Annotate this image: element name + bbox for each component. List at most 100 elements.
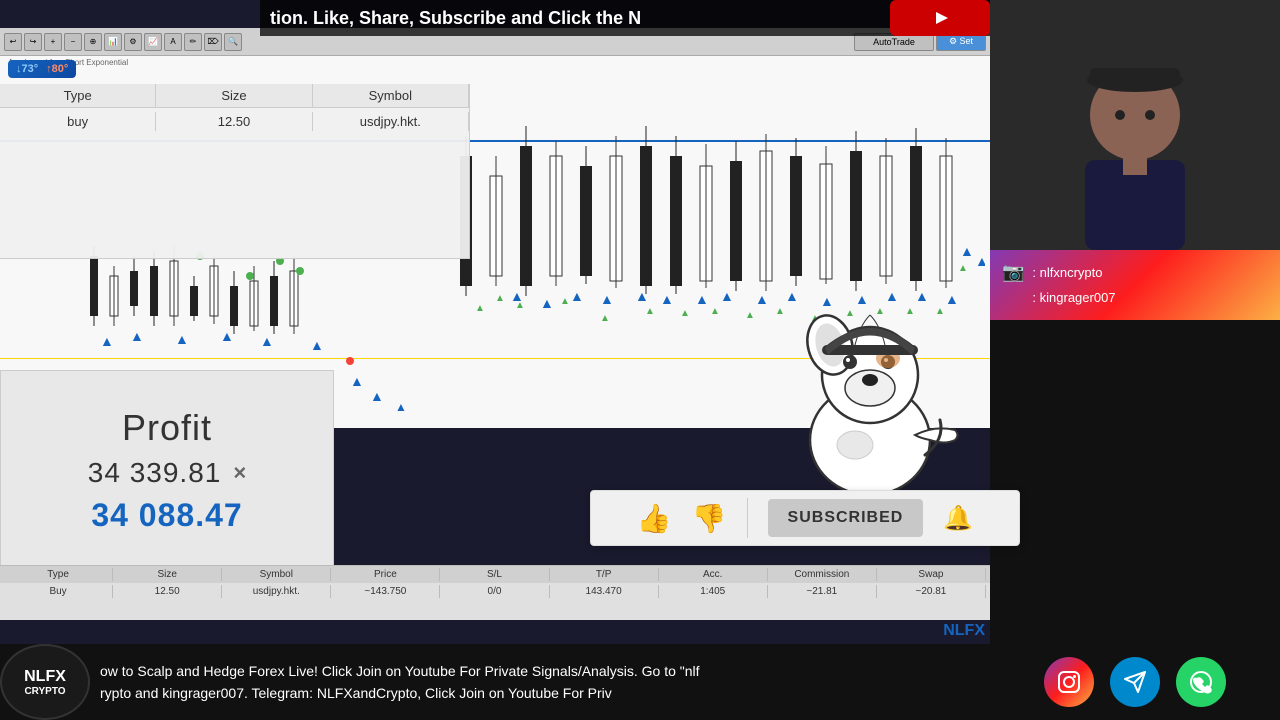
trade-info-header: Type Size Symbol bbox=[0, 84, 469, 108]
toolbar-btn-6[interactable]: 📊 bbox=[104, 33, 122, 51]
thumbs-up-icon[interactable]: 👍 bbox=[637, 502, 672, 535]
bt-col-size: Size bbox=[113, 568, 222, 581]
instagram-camera-icon: 📷 bbox=[1002, 262, 1024, 283]
toolbar-btn-3[interactable]: + bbox=[44, 33, 62, 51]
instagram-social-icon[interactable] bbox=[1044, 657, 1094, 707]
size-header: Size bbox=[156, 84, 312, 107]
bt-col-swap: Swap bbox=[877, 568, 986, 581]
toolbar-btn-12[interactable]: 🔍 bbox=[224, 33, 242, 51]
webcam-feed bbox=[990, 0, 1280, 250]
ticker-text-area: ow to Scalp and Hedge Forex Live! Click … bbox=[90, 660, 990, 705]
type-value: buy bbox=[0, 112, 156, 131]
svg-text:▲: ▲ bbox=[960, 243, 974, 259]
bt-col-acc: Acc. bbox=[659, 568, 768, 581]
svg-text:▲: ▲ bbox=[220, 328, 234, 344]
instagram-account-2: : kingrager007 bbox=[1032, 290, 1115, 305]
svg-text:▲: ▲ bbox=[635, 288, 649, 304]
toolbar-btn-2[interactable]: ↪ bbox=[24, 33, 42, 51]
profit-total: 34 088.47 bbox=[91, 497, 242, 534]
profit-panel: Profit 34 339.81 × 34 088.47 bbox=[0, 370, 334, 570]
toolbar-btn-10[interactable]: ✏ bbox=[184, 33, 202, 51]
symbol-value: usdjpy.hkt. bbox=[313, 112, 469, 131]
svg-text:▲: ▲ bbox=[495, 293, 505, 304]
trade-info-row: buy 12.50 usdjpy.hkt. bbox=[0, 108, 469, 135]
svg-text:▲: ▲ bbox=[695, 291, 709, 307]
nlfx-logo: NLFX CRYPTO bbox=[0, 644, 90, 720]
svg-text:▲: ▲ bbox=[370, 388, 384, 404]
bt-col-tp: T/P bbox=[550, 568, 659, 581]
nlfx-logo-line2: CRYPTO bbox=[24, 686, 65, 697]
profit-close-button[interactable]: × bbox=[233, 460, 246, 486]
toolbar-btn-9[interactable]: A bbox=[164, 33, 182, 51]
svg-text:▲: ▲ bbox=[570, 288, 584, 304]
nlfx-chart-label: NLFX bbox=[943, 622, 985, 640]
bt-col-symbol: Symbol bbox=[222, 568, 331, 581]
subscribe-bar: 👍 👎 SUBSCRIBED 🔔 bbox=[590, 490, 1020, 546]
instagram-account-1: : nlfxncrypto bbox=[1032, 265, 1102, 280]
ticker-line-1: ow to Scalp and Hedge Forex Live! Click … bbox=[100, 660, 980, 682]
trade-info-panel: Type Size Symbol buy 12.50 usdjpy.hkt. bbox=[0, 84, 470, 259]
svg-text:▲: ▲ bbox=[745, 310, 755, 321]
bottom-table-header: Type Size Symbol Price S/L T/P Acc. Comm… bbox=[0, 566, 990, 583]
top-banner: tion. Like, Share, Subscribe and Click t… bbox=[260, 0, 990, 36]
svg-text:▲: ▲ bbox=[175, 331, 189, 347]
toolbar-btn-8[interactable]: 📈 bbox=[144, 33, 162, 51]
type-header: Type bbox=[0, 84, 156, 107]
temp-low: ↓73° bbox=[16, 63, 38, 75]
svg-text:▲: ▲ bbox=[660, 291, 674, 307]
profit-label: Profit bbox=[122, 407, 212, 449]
bt-col-commission: Commission bbox=[768, 568, 877, 581]
bt-val-type: Buy bbox=[4, 585, 113, 598]
bt-col-type: Type bbox=[4, 568, 113, 581]
toolbar-btn-1[interactable]: ↩ bbox=[4, 33, 22, 51]
youtube-logo[interactable] bbox=[890, 0, 990, 36]
whatsapp-social-icon[interactable] bbox=[1176, 657, 1226, 707]
bt-val-size: 12.50 bbox=[113, 585, 222, 598]
nlfx-logo-line1: NLFX bbox=[24, 668, 66, 686]
svg-text:▲: ▲ bbox=[260, 333, 274, 349]
svg-text:▲: ▲ bbox=[540, 295, 554, 311]
telegram-social-icon[interactable] bbox=[1110, 657, 1160, 707]
svg-text:▲: ▲ bbox=[100, 333, 114, 349]
toolbar-btn-7[interactable]: ⚙ bbox=[124, 33, 142, 51]
bt-val-commission: ~21.81 bbox=[768, 585, 877, 598]
banner-text: tion. Like, Share, Subscribe and Click t… bbox=[260, 8, 641, 29]
toolbar-btn-4[interactable]: − bbox=[64, 33, 82, 51]
bt-col-sl: S/L bbox=[440, 568, 549, 581]
notification-bell-icon[interactable]: 🔔 bbox=[943, 504, 973, 533]
svg-text:▲: ▲ bbox=[310, 337, 324, 353]
svg-text:▲: ▲ bbox=[680, 308, 690, 319]
svg-text:▲: ▲ bbox=[958, 263, 968, 274]
profit-value: 34 339.81 bbox=[88, 457, 222, 489]
bt-val-price: ~143.750 bbox=[331, 585, 440, 598]
svg-text:▲: ▲ bbox=[130, 328, 144, 344]
bt-val-tp: 143.470 bbox=[550, 585, 659, 598]
svg-text:▲: ▲ bbox=[350, 373, 364, 389]
svg-text:▲: ▲ bbox=[975, 253, 985, 269]
weather-widget: ↓73° ↑80° bbox=[8, 60, 76, 78]
temp-high: ↑80° bbox=[46, 63, 68, 75]
subscribed-button[interactable]: SUBSCRIBED bbox=[768, 499, 924, 537]
svg-text:▲: ▲ bbox=[515, 300, 525, 311]
thumbs-down-icon[interactable]: 👎 bbox=[692, 502, 727, 535]
toolbar-btn-11[interactable]: ⌦ bbox=[204, 33, 222, 51]
right-panel: 📷 : nlfxncrypto 📷 : kingrager007 bbox=[990, 0, 1280, 720]
ticker-line-2: rypto and kingrager007. Telegram: NLFXan… bbox=[100, 682, 980, 704]
bottom-table: Type Size Symbol Price S/L T/P Acc. Comm… bbox=[0, 565, 990, 620]
symbol-header: Symbol bbox=[313, 84, 469, 107]
dog-mascot bbox=[760, 290, 980, 510]
svg-text:▲: ▲ bbox=[710, 306, 720, 317]
toolbar-btn-5[interactable]: ⊕ bbox=[84, 33, 102, 51]
social-icons bbox=[990, 644, 1280, 720]
bottom-bar: NLFX CRYPTO ow to Scalp and Hedge Forex … bbox=[0, 644, 990, 720]
svg-text:▲: ▲ bbox=[600, 313, 610, 324]
svg-text:▲: ▲ bbox=[560, 296, 570, 307]
bt-val-symbol: usdjpy.hkt. bbox=[222, 585, 331, 598]
bt-val-sl: 0/0 bbox=[440, 585, 549, 598]
svg-text:▲: ▲ bbox=[720, 288, 734, 304]
svg-text:▲: ▲ bbox=[645, 306, 655, 317]
bt-col-price: Price bbox=[331, 568, 440, 581]
instagram-row-2: 📷 : kingrager007 bbox=[1002, 287, 1268, 308]
svg-text:▲: ▲ bbox=[395, 400, 407, 414]
instagram-row-1: 📷 : nlfxncrypto bbox=[1002, 262, 1268, 283]
